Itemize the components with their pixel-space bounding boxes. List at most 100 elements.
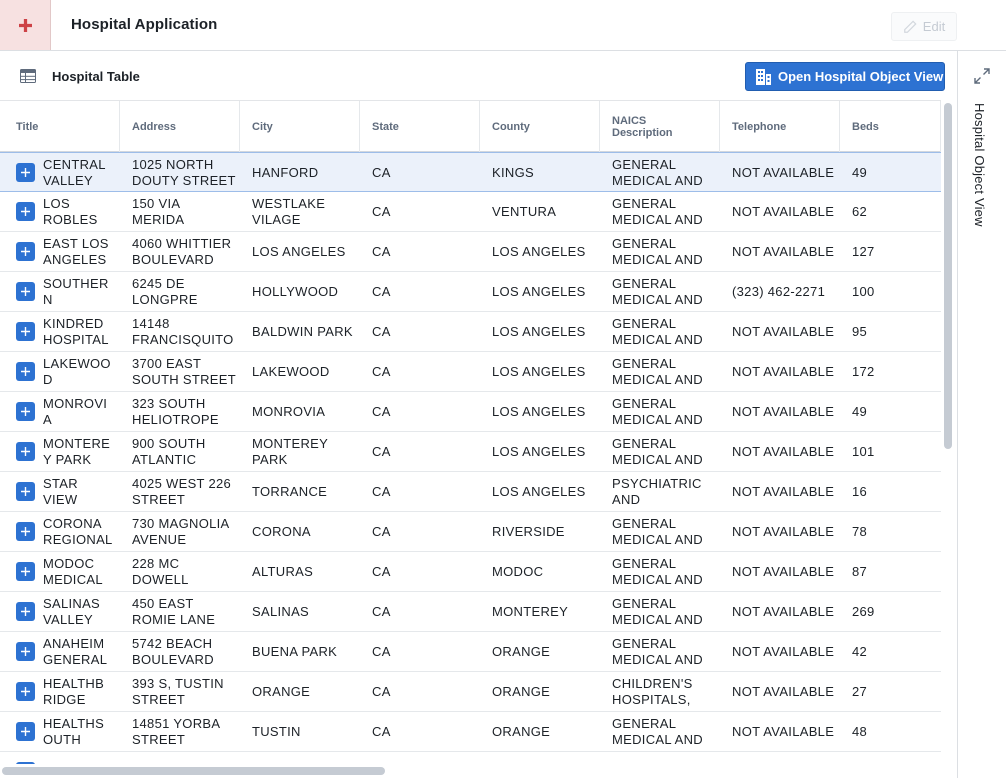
cell-address: 875 NORTH bbox=[120, 752, 240, 765]
cell-telephone: NOT AVAILABLE bbox=[732, 563, 835, 579]
table-row[interactable]: HEALTHB RIDGE 393 S, TUSTIN STREET ORANGE C… bbox=[0, 672, 941, 712]
cell-address: 6245 DE LONGPRE bbox=[132, 275, 198, 307]
cell-address: 14148 FRANCISQUITO bbox=[132, 315, 234, 347]
cell-address: 150 VIA MERIDA bbox=[132, 195, 185, 227]
cell-city: LAKEWOOD bbox=[252, 363, 330, 379]
cell-county: MODOC bbox=[492, 563, 544, 579]
cell-state: CA bbox=[372, 483, 391, 499]
table-row[interactable]: MODOC MEDICAL 228 MC DOWELL ALTURAS CA MODOC… bbox=[0, 552, 941, 592]
table-row[interactable]: KINDRED875 NORTH GENERAL bbox=[0, 752, 941, 764]
cell-city: ALTURAS bbox=[252, 563, 314, 579]
cell-address: 228 MC DOWELL bbox=[132, 555, 189, 587]
table-row[interactable]: STAR VIEW 4025 WEST 226 STREET TORRANCE CA L… bbox=[0, 472, 941, 512]
cell-beds: 48 bbox=[852, 723, 868, 739]
table-row[interactable]: LAKEWOO D 3700 EAST SOUTH STREET LAKEWOOD C… bbox=[0, 352, 941, 392]
header-col-telephone[interactable]: Telephone bbox=[720, 101, 840, 152]
table-row[interactable]: KINDRED HOSPITAL 14148 FRANCISQUITO BALDWI… bbox=[0, 312, 941, 352]
table-row[interactable]: SOUTHER N 6245 DE LONGPRE HOLLYWOOD CA LOS A… bbox=[0, 272, 941, 312]
cell-county: LOS ANGELES bbox=[492, 283, 586, 299]
edit-button[interactable]: Edit bbox=[891, 12, 957, 41]
hospital-table: Title Address City State County NAICS Descrip… bbox=[0, 100, 941, 764]
cell-city: ORANGE bbox=[252, 683, 311, 699]
cell-naics: PSYCHIATRIC AND bbox=[612, 475, 702, 507]
header-col-beds[interactable]: Beds bbox=[840, 101, 941, 152]
header-col-title[interactable]: Title bbox=[0, 101, 120, 152]
cell-telephone: NOT AVAILABLE bbox=[732, 164, 835, 180]
table-row[interactable]: CENTRAL VALLEY 1025 NORTH DOUTY STREET HAN… bbox=[0, 152, 941, 192]
cell-telephone: NOT AVAILABLE bbox=[732, 203, 835, 219]
cell-naics: GENERAL MEDICAL AND bbox=[612, 395, 703, 427]
cell-city: BUENA PARK bbox=[252, 643, 338, 659]
cell-beds: 101 bbox=[852, 443, 875, 459]
cell-naics: GENERAL MEDICAL AND bbox=[612, 355, 703, 387]
cell-address: 4025 WEST 226 STREET bbox=[132, 475, 232, 507]
cell-beds: 49 bbox=[852, 403, 868, 419]
cell-beds: 269 bbox=[852, 603, 875, 619]
cell-county: LOS ANGELES bbox=[492, 243, 586, 259]
cell-address: 1025 NORTH DOUTY STREET bbox=[132, 156, 236, 188]
cell-title: CENTRAL VALLEY bbox=[43, 156, 106, 188]
header-col-address[interactable]: Address bbox=[120, 101, 240, 152]
cell-title: STAR VIEW bbox=[43, 475, 78, 507]
cell-title: MONROVI A bbox=[43, 395, 108, 427]
horizontal-scrollbar-thumb[interactable] bbox=[2, 767, 385, 775]
table-row[interactable]: HEALTHS OUTH 14851 YORBA STREET TUSTIN CA OR… bbox=[0, 712, 941, 752]
cell-address: 14851 YORBA STREET bbox=[132, 715, 221, 747]
cell-title: HEALTHS OUTH bbox=[43, 715, 105, 747]
table-row[interactable]: SALINAS VALLEY 450 EAST ROMIE LANE SALINAS… bbox=[0, 592, 941, 632]
cell-beds: 42 bbox=[852, 643, 868, 659]
cell-state: CA bbox=[372, 643, 391, 659]
cell-city bbox=[240, 752, 360, 764]
open-button-label: Open Hospital Object View bbox=[778, 69, 944, 84]
pencil-icon bbox=[903, 19, 917, 33]
cell-naics: GENERAL MEDICAL AND bbox=[612, 195, 703, 227]
cell-state: CA bbox=[372, 683, 391, 699]
header-col-county[interactable]: County bbox=[480, 101, 600, 152]
red-cross-icon bbox=[0, 0, 51, 50]
header-col-city[interactable]: City bbox=[240, 101, 360, 152]
vertical-scrollbar[interactable] bbox=[941, 101, 957, 764]
app-header: Hospital Application Edit bbox=[0, 0, 1006, 51]
cell-county: LOS ANGELES bbox=[492, 323, 586, 339]
cell-telephone: NOT AVAILABLE bbox=[732, 523, 835, 539]
cell-title: KINDRED HOSPITAL bbox=[43, 315, 109, 347]
table-header-row: Title Address City State County NAICS Descrip… bbox=[0, 100, 941, 152]
horizontal-scrollbar[interactable] bbox=[0, 764, 957, 778]
table-row[interactable]: EAST LOS ANGELES 4060 WHITTIER BOULEVARD L… bbox=[0, 232, 941, 272]
table-row[interactable]: MONROVI A 323 SOUTH HELIOTROPE MONROVIA CA L… bbox=[0, 392, 941, 432]
table-row[interactable]: ANAHEIM GENERAL 5742 BEACH BOULEVARD BUENA… bbox=[0, 632, 941, 672]
object-view-side-rail[interactable]: Hospital Object View bbox=[957, 51, 1006, 778]
cell-city: MONROVIA bbox=[252, 403, 326, 419]
cell-city: HANFORD bbox=[252, 164, 319, 180]
cell-naics: GENERAL MEDICAL AND bbox=[612, 315, 703, 347]
cell-city: HOLLYWOOD bbox=[252, 283, 339, 299]
cell-title: EAST LOS ANGELES bbox=[43, 235, 109, 267]
cell-telephone: NOT AVAILABLE bbox=[732, 603, 835, 619]
open-hospital-object-view-button[interactable]: Open Hospital Object View bbox=[745, 62, 945, 91]
table-row[interactable]: MONTERE Y PARK 900 SOUTH ATLANTIC MONTEREY… bbox=[0, 432, 941, 472]
cell-naics: GENERAL MEDICAL AND bbox=[612, 715, 703, 747]
cell-county: VENTURA bbox=[492, 203, 557, 219]
cell-city: TUSTIN bbox=[252, 723, 301, 739]
cell-state: CA bbox=[372, 283, 391, 299]
cell-title: CORONA REGIONAL bbox=[43, 515, 113, 547]
cell-telephone: NOT AVAILABLE bbox=[732, 643, 835, 659]
header-col-naics[interactable]: NAICS Description bbox=[600, 101, 720, 152]
cell-title: LAKEWOO D bbox=[43, 355, 111, 387]
cell-county: LOS ANGELES bbox=[492, 483, 586, 499]
table-row[interactable]: CORONA REGIONAL 730 MAGNOLIA AVENUE CORONA… bbox=[0, 512, 941, 552]
cell-state: CA bbox=[372, 323, 391, 339]
header-col-state[interactable]: State bbox=[360, 101, 480, 152]
side-rail-label: Hospital Object View bbox=[972, 103, 987, 227]
table-row[interactable]: LOS ROBLES 150 VIA MERIDA WESTLAKE VILAGE C… bbox=[0, 192, 941, 232]
expand-icon[interactable] bbox=[974, 68, 990, 84]
cell-title: MODOC MEDICAL bbox=[43, 555, 103, 587]
edit-button-label: Edit bbox=[922, 19, 946, 34]
vertical-scrollbar-thumb[interactable] bbox=[944, 103, 952, 449]
cell-state: CA bbox=[372, 563, 391, 579]
panel-header: Hospital Table Open Hospital Object View bbox=[0, 51, 957, 101]
cell-address: 3700 EAST SOUTH STREET bbox=[132, 355, 236, 387]
cell-beds: 78 bbox=[852, 523, 868, 539]
cell-county: KINGS bbox=[492, 164, 534, 180]
cell-naics: GENERAL MEDICAL AND bbox=[612, 275, 703, 307]
